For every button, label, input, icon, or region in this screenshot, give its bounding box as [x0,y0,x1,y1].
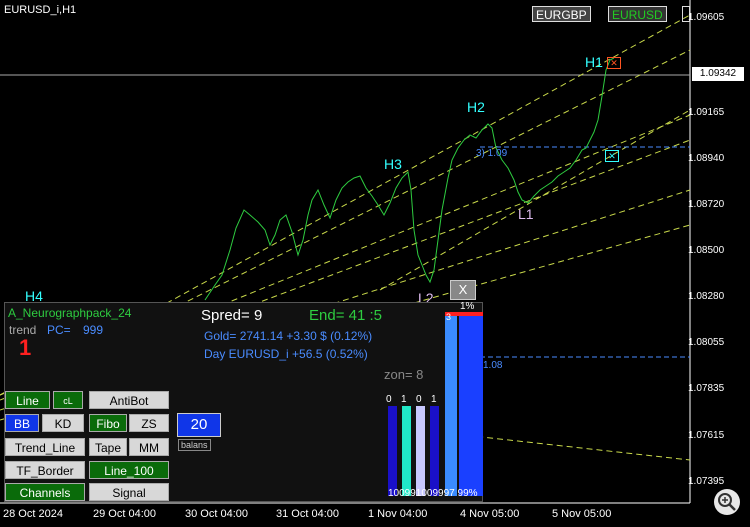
bar-top-label: 1 [431,394,437,405]
mini-bar [402,406,411,496]
time-label: 28 Oct 2024 [3,508,63,520]
price-label: 1.08720 [688,199,725,210]
balans-value[interactable]: 20 [177,413,221,437]
price-label: 1.08500 [688,245,725,256]
wave-label-h1: H1 [585,54,603,70]
level-marker-icon: ✕ [605,150,619,162]
wave-label-h3: H3 [384,156,402,172]
price-label: 1.07615 [688,430,725,441]
panel-name: A_Neurographpack_24 [8,306,132,320]
bb-button[interactable]: BB [5,414,39,432]
bar-top-label: 0 [416,394,422,405]
tf-border-button[interactable]: TF_Border [5,461,85,479]
level-lower-label: 1.08 [483,360,503,371]
line-100-button[interactable]: Line_100 [89,461,169,479]
close-panel-button[interactable]: X [450,280,476,300]
zs-button[interactable]: ZS [129,414,169,432]
current-price-tag: 1.09342 [692,67,744,81]
zoom-icon[interactable] [714,489,740,515]
indicator-panel: A_Neurographpack_24 trend PC= 999 1 Spre… [4,301,483,502]
time-label: 31 Oct 04:00 [276,508,339,520]
price-label: 1.08055 [688,337,725,348]
zone-text: zon= 8 [384,367,424,382]
mm-button[interactable]: MM [129,438,169,456]
bar-top-label: 0 [386,394,392,405]
end-text: End= 41 :5 [309,307,382,324]
bar-top-label: 1 [401,394,407,405]
cl-button[interactable]: cL [53,391,83,409]
trend-number: 1 [19,335,32,360]
symbol-tab-eurusd[interactable]: EURUSD [608,6,667,22]
mini-bar [416,406,425,496]
level-upper-label: 3) 1.09 [476,148,508,159]
price-label: 1.07395 [688,476,725,487]
price-label: 1.09605 [688,12,725,23]
wave-label-h2: H2 [467,99,485,115]
spread-text: Spred= 9 [201,307,263,324]
fibo-button[interactable]: Fibo [89,414,127,432]
trend-line-button[interactable]: Trend_Line [5,438,85,456]
channels-button[interactable]: Channels [5,483,85,501]
mini-bar [430,406,439,496]
symbol-tab-eurgbp[interactable]: EURGBP [532,6,591,22]
wave-label-l1: L1 [518,206,534,222]
price-label: 1.07835 [688,383,725,394]
pc-value: 999 [83,323,104,337]
kd-button[interactable]: KD [42,414,84,432]
mini-bar [388,406,397,496]
time-label: 5 Nov 05:00 [552,508,612,520]
symbol-title: EURUSD_i,H1 [4,4,77,16]
balans-label: balans [178,439,211,451]
time-label: 4 Nov 05:00 [460,508,520,520]
day-text: Day EURUSD_i +56.5 (0.52%) [204,347,368,361]
right-num: 3 [446,312,452,322]
line-button[interactable]: Line [5,391,50,409]
antibot-button[interactable]: AntiBot [89,391,169,409]
time-label: 30 Oct 04:00 [185,508,248,520]
price-label: 1.09165 [688,107,725,118]
balance-bar [445,315,457,496]
balance-bar [459,313,483,496]
pc-label: PC= [47,323,71,337]
time-label: 1 Nov 04:00 [368,508,428,520]
signal-button[interactable]: Signal [89,483,169,501]
price-label: 1.08280 [688,291,725,302]
time-label: 29 Oct 04:00 [93,508,156,520]
bars-bottom-text: 100991009997 99% [388,488,478,499]
price-label: 1.08940 [688,153,725,164]
gold-text: Gold= 2741.14 +3.30 $ (0.12%) [204,329,373,343]
h1-marker-icon: ✕ [607,57,621,69]
right-pct: 1% [460,301,475,312]
tape-button[interactable]: Tape [89,438,127,456]
